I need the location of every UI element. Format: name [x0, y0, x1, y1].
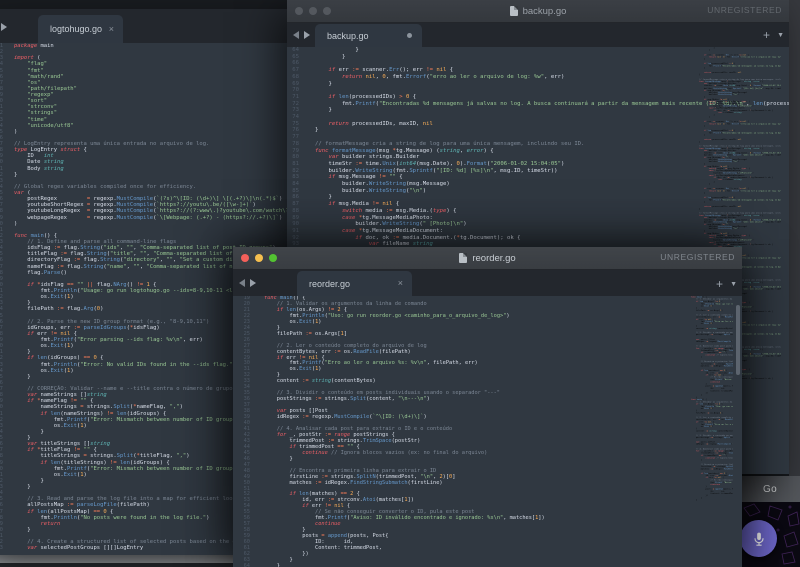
voice-search-area	[740, 502, 800, 567]
tabbar-actions: + ▼	[716, 278, 737, 290]
background-window-body	[0, 563, 237, 567]
tab-close-icon[interactable]: ×	[109, 25, 114, 34]
tab-label: backup.go	[315, 31, 369, 41]
history-forward-icon[interactable]	[250, 279, 256, 287]
microphone-icon	[751, 531, 767, 547]
window-title: reorder.go	[472, 253, 515, 264]
titlebar[interactable]: reorder.go UNREGISTERED	[233, 247, 742, 270]
mic-button[interactable]	[740, 520, 777, 557]
history-back-icon[interactable]	[293, 31, 299, 39]
tab-overflow-icon[interactable]: ▼	[730, 281, 737, 288]
modified-dot-icon	[407, 33, 412, 38]
unregistered-label: UNREGISTERED	[707, 5, 782, 15]
history-back-icon[interactable]	[239, 279, 245, 287]
desktop-background-strip	[789, 0, 800, 480]
document-icon	[459, 253, 467, 263]
new-tab-icon[interactable]: +	[716, 278, 723, 290]
tab-backup[interactable]: backup.go	[315, 24, 422, 47]
tab-overflow-icon[interactable]: ▼	[777, 32, 784, 39]
history-forward-icon[interactable]	[304, 31, 310, 39]
tab-label: reorder.go	[297, 279, 350, 289]
code-editor[interactable]: 19func main() {20 // 1. Validar os argum…	[233, 296, 742, 567]
tabbar-actions: + ▼	[763, 29, 784, 41]
window-reorder: reorder.go UNREGISTERED reorder.go × + ▼…	[233, 247, 742, 567]
history-forward-icon[interactable]	[1, 23, 7, 31]
voice-assistant-panel: Go	[740, 476, 800, 567]
tab-close-icon[interactable]: ×	[398, 279, 403, 288]
tabbar: backup.go + ▼	[287, 23, 789, 47]
titlebar[interactable]: backup.go UNREGISTERED	[287, 0, 789, 23]
tab-label: logtohugo.go	[38, 24, 102, 34]
window-title: backup.go	[523, 6, 567, 17]
background-window-titlebar	[0, 555, 237, 563]
new-tab-icon[interactable]: +	[763, 29, 770, 41]
tab-reorder[interactable]: reorder.go ×	[297, 271, 412, 296]
scrollbar-thumb[interactable]	[736, 305, 740, 375]
document-icon	[510, 6, 518, 16]
minimap[interactable]: func main() { // 1. Validar os argumento…	[691, 296, 733, 559]
tabbar: reorder.go × + ▼	[233, 270, 742, 296]
unregistered-label: UNREGISTERED	[660, 252, 735, 262]
tab-logtohugo[interactable]: logtohugo.go ×	[38, 15, 123, 43]
go-button[interactable]: Go	[740, 476, 800, 502]
